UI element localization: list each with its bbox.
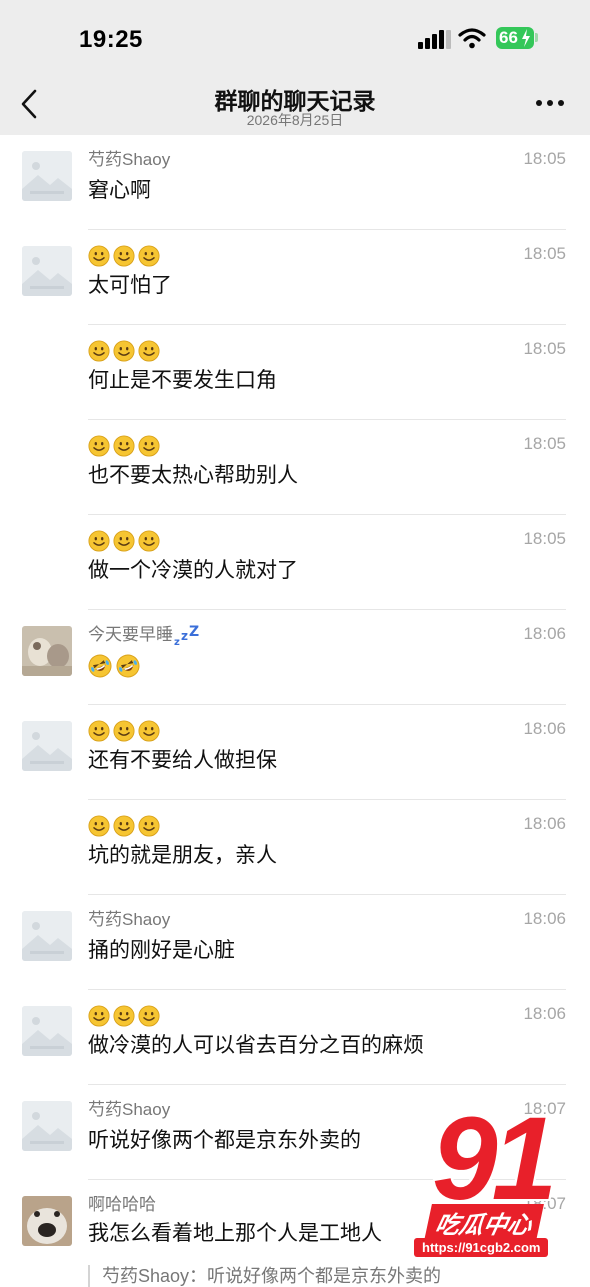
message-item: 18:06 还有不要给人做担保	[0, 705, 590, 800]
smile-emoji-icon	[138, 340, 160, 362]
battery-icon: 66	[496, 27, 534, 49]
message-text: 坑的就是朋友，亲人	[88, 844, 277, 867]
smile-emoji-icon	[113, 245, 135, 267]
sender-emoji-name	[88, 814, 163, 836]
smile-emoji-icon	[113, 815, 135, 837]
message-item: 18:05 太可怕了	[0, 230, 590, 325]
message-text: 太可怕了	[88, 274, 172, 297]
message-text: 也不要太热心帮助别人	[88, 464, 298, 487]
watermark-name: 吃瓜中心	[424, 1204, 544, 1241]
sender-name: 今天要早睡 z z Z	[88, 624, 199, 648]
message-time: 18:05	[523, 529, 566, 548]
sender-name: 芍药Shaoy	[88, 1100, 171, 1119]
status-time: 19:25	[79, 26, 143, 53]
avatar[interactable]	[22, 151, 72, 201]
message-time: 18:06	[523, 624, 566, 643]
message-text: 何止是不要发生口角	[88, 369, 277, 392]
message-text: 做冷漠的人可以省去百分之百的麻烦	[88, 1034, 424, 1057]
smile-emoji-icon	[113, 720, 135, 742]
message-item: 18:06 坑的就是朋友，亲人	[0, 800, 590, 895]
svg-text:Z: Z	[189, 625, 199, 640]
more-dots-icon[interactable]	[536, 100, 566, 108]
sender-emoji-name	[88, 719, 163, 741]
smile-emoji-icon	[138, 1005, 160, 1027]
message-time: 18:05	[523, 149, 566, 168]
sender-emoji-name	[88, 244, 163, 266]
avatar[interactable]	[22, 626, 72, 676]
watermark-logo: 91 吃瓜中心 https://91cgb2.com	[410, 1100, 590, 1280]
svg-text:z: z	[181, 629, 188, 643]
smile-emoji-icon	[88, 435, 110, 457]
message-item: 18:06 做冷漠的人可以省去百分之百的麻烦	[0, 990, 590, 1085]
battery-level: 66	[499, 28, 518, 47]
message-item: 18:05 也不要太热心帮助别人	[0, 420, 590, 515]
smile-emoji-icon	[88, 245, 110, 267]
smile-emoji-icon	[138, 720, 160, 742]
sender-name: 芍药Shaoy	[88, 150, 171, 169]
message-item: 芍药Shaoy 18:06 捅的刚好是心脏	[0, 895, 590, 990]
avatar[interactable]	[22, 721, 72, 771]
sender-emoji-name	[88, 529, 163, 551]
smile-emoji-icon	[113, 435, 135, 457]
smile-emoji-icon	[138, 245, 160, 267]
svg-text:z: z	[174, 637, 180, 647]
battery-tip	[535, 33, 538, 42]
message-text: 还有不要给人做担保	[88, 749, 277, 772]
avatar[interactable]	[22, 911, 72, 961]
smile-emoji-icon	[88, 340, 110, 362]
smile-emoji-icon	[88, 1005, 110, 1027]
cellular-signal-icon	[418, 29, 451, 49]
avatar[interactable]	[22, 246, 72, 296]
rofl-emoji-icon	[116, 654, 140, 678]
message-time: 18:06	[523, 719, 566, 738]
message-text: 窘心啊	[88, 179, 151, 202]
smile-emoji-icon	[138, 435, 160, 457]
message-text: 做一个冷漠的人就对了	[88, 559, 298, 582]
message-time: 18:05	[523, 244, 566, 263]
page-subtitle-date: 2026年8月25日	[246, 112, 344, 128]
message-time: 18:06	[523, 1004, 566, 1023]
message-emoji-text	[88, 652, 144, 680]
rofl-emoji-icon	[88, 654, 112, 678]
message-item: 芍药Shaoy 18:05 窘心啊	[0, 135, 590, 230]
sender-name-text: 今天要早睡	[88, 625, 173, 644]
avatar[interactable]	[22, 1196, 72, 1246]
message-time: 18:06	[523, 814, 566, 833]
smile-emoji-icon	[88, 530, 110, 552]
watermark-url: https://91cgb2.com	[414, 1238, 549, 1257]
charging-bolt-icon	[522, 29, 530, 47]
smile-emoji-icon	[138, 530, 160, 552]
smile-emoji-icon	[113, 340, 135, 362]
zzz-emoji-icon: z z Z	[174, 624, 199, 648]
smile-emoji-icon	[113, 530, 135, 552]
quoted-message: 芍药Shaoy：听说好像两个都是京东外卖的	[88, 1265, 441, 1287]
sender-name: 芍药Shaoy	[88, 910, 171, 929]
message-item: 18:05 做一个冷漠的人就对了	[0, 515, 590, 610]
message-time: 18:06	[523, 909, 566, 928]
sender-name: 啊哈哈哈	[88, 1195, 156, 1214]
message-text: 捅的刚好是心脏	[88, 939, 235, 962]
sender-emoji-name	[88, 434, 163, 456]
sender-emoji-name	[88, 339, 163, 361]
message-item: 今天要早睡 z z Z 18:06	[0, 610, 590, 705]
wifi-icon	[458, 28, 486, 49]
smile-emoji-icon	[113, 1005, 135, 1027]
avatar[interactable]	[22, 1006, 72, 1056]
top-bar: 19:25 66 群聊的聊天记录 2026年8月25日	[0, 0, 590, 135]
sender-emoji-name	[88, 1004, 163, 1026]
message-text: 听说好像两个都是京东外卖的	[88, 1129, 361, 1152]
message-item: 18:05 何止是不要发生口角	[0, 325, 590, 420]
avatar[interactable]	[22, 1101, 72, 1151]
smile-emoji-icon	[88, 720, 110, 742]
message-time: 18:05	[523, 434, 566, 453]
watermark-number: 91	[432, 1093, 557, 1225]
message-time: 18:05	[523, 339, 566, 358]
smile-emoji-icon	[138, 815, 160, 837]
message-text: 我怎么看着地上那个人是工地人	[88, 1222, 382, 1245]
smile-emoji-icon	[88, 815, 110, 837]
